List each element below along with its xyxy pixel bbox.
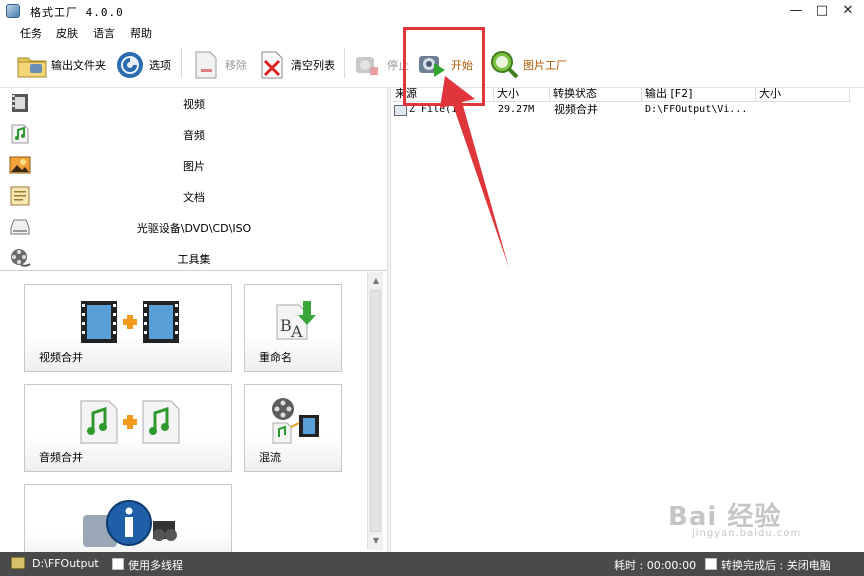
- remove-button[interactable]: 移除: [190, 48, 247, 82]
- tool-mux-label: 混流: [259, 451, 281, 464]
- multithread-label: 使用多线程: [128, 559, 183, 572]
- scroll-down-icon[interactable]: ▼: [368, 533, 384, 549]
- tool-audio-join[interactable]: 音频合并: [24, 384, 232, 472]
- media-info-icon: [81, 495, 181, 552]
- tool-video-join-label: 视频合并: [39, 351, 83, 364]
- rename-icon: BA: [273, 299, 317, 346]
- tool-media-info[interactable]: [24, 484, 232, 552]
- status-bar: D:\FFOutput 使用多线程 耗时 : 00:00:00 转换完成后 : …: [0, 552, 864, 576]
- folder-icon: [16, 49, 48, 81]
- magnifier-icon: [488, 49, 520, 81]
- row-output-size: [760, 104, 850, 118]
- category-video-label: 视频: [183, 98, 205, 111]
- folder-icon[interactable]: [11, 557, 25, 569]
- picture-factory-label: 图片工厂: [523, 59, 567, 72]
- stop-icon: [352, 49, 384, 81]
- watermark-url: jingyan.baidu.com: [692, 528, 802, 539]
- clear-list-label: 清空列表: [291, 59, 335, 72]
- category-list: 视频 音频 图片 文档 光驱设备\DVD\CD\ISO 工具集: [0, 88, 388, 268]
- tool-audio-join-label: 音频合并: [39, 451, 83, 464]
- task-list[interactable]: 来源 大小 转换状态 输出 [F2] 大小 Z File(1 29.27M 视频…: [392, 88, 864, 552]
- tool-rename-label: 重命名: [259, 351, 292, 364]
- toolbar-separator: [181, 48, 182, 78]
- menu-task[interactable]: 任务: [20, 25, 42, 41]
- options-button[interactable]: 选项: [114, 48, 171, 82]
- category-audio[interactable]: 音频: [0, 119, 388, 150]
- close-button[interactable]: ✕: [834, 0, 862, 22]
- after-done-checkbox[interactable]: [705, 558, 717, 570]
- menu-help[interactable]: 帮助: [130, 25, 152, 41]
- output-folder-button[interactable]: 输出文件夹: [16, 48, 106, 82]
- video-join-icon: [79, 299, 183, 348]
- svg-text:A: A: [290, 322, 303, 341]
- category-picture-label: 图片: [183, 160, 205, 173]
- tools-panel: 视频合并 BA 重命名 音频合并 混流: [0, 270, 388, 552]
- start-highlight-box: [403, 27, 485, 106]
- menu-language[interactable]: 语言: [93, 25, 115, 41]
- toolbar-separator: [344, 48, 345, 78]
- clear-list-button[interactable]: 清空列表: [256, 48, 335, 82]
- multithread-checkbox[interactable]: [112, 558, 124, 570]
- column-output[interactable]: 输出 [F2]: [642, 88, 756, 102]
- after-done-label[interactable]: 转换完成后 : 关闭电脑: [721, 557, 831, 573]
- category-document[interactable]: 文档: [0, 181, 388, 212]
- mux-icon: [269, 397, 321, 448]
- options-label: 选项: [149, 59, 171, 72]
- minimize-button[interactable]: —: [782, 0, 810, 22]
- window-title: 格式工厂 4.0.0: [30, 6, 124, 19]
- picture-factory-button[interactable]: 图片工厂: [488, 48, 567, 82]
- category-utilities-label: 工具集: [177, 253, 211, 266]
- row-output: D:\FFOutput\Vi...: [645, 104, 748, 115]
- tool-rename[interactable]: BA 重命名: [244, 284, 342, 372]
- row-source: Z File(1: [409, 104, 458, 115]
- category-document-label: 文档: [183, 191, 205, 204]
- row-status: 视频合并: [554, 104, 598, 116]
- clear-list-icon: [256, 49, 288, 81]
- audio-join-icon: [79, 397, 183, 448]
- column-size[interactable]: 大小: [494, 88, 550, 102]
- row-size: 29.27M: [498, 104, 535, 115]
- output-folder-label: 输出文件夹: [51, 59, 106, 72]
- stop-button[interactable]: 停止: [352, 48, 409, 82]
- baidu-watermark: Bai 经验 jingyan.baidu.com: [664, 486, 860, 548]
- category-picture[interactable]: 图片: [0, 150, 388, 181]
- remove-label: 移除: [225, 59, 247, 72]
- maximize-button[interactable]: □: [808, 0, 836, 22]
- tool-mux[interactable]: 混流: [244, 384, 342, 472]
- scroll-up-icon[interactable]: ▲: [368, 273, 384, 289]
- title-bar: 格式工厂 4.0.0 — □ ✕: [0, 0, 864, 22]
- output-path[interactable]: D:\FFOutput: [32, 557, 99, 570]
- video-file-icon: [394, 105, 407, 116]
- tools-scrollbar[interactable]: ▲ ▼: [367, 272, 383, 550]
- scrollbar-thumb[interactable]: [370, 290, 381, 532]
- category-rom-device[interactable]: 光驱设备\DVD\CD\ISO: [0, 212, 388, 243]
- category-video[interactable]: 视频: [0, 88, 388, 119]
- menu-skin[interactable]: 皮肤: [56, 25, 78, 41]
- elapsed-time: 耗时 : 00:00:00: [614, 559, 697, 572]
- remove-file-icon: [190, 49, 222, 81]
- tool-video-join[interactable]: 视频合并: [24, 284, 232, 372]
- category-audio-label: 音频: [183, 129, 205, 142]
- column-status[interactable]: 转换状态: [550, 88, 642, 102]
- panel-splitter[interactable]: [387, 88, 391, 552]
- svg-text:B: B: [280, 316, 292, 335]
- app-icon: [6, 4, 20, 18]
- gear-icon: [114, 49, 146, 81]
- column-output-size[interactable]: 大小: [756, 88, 850, 102]
- category-rom-device-label: 光驱设备\DVD\CD\ISO: [136, 222, 252, 235]
